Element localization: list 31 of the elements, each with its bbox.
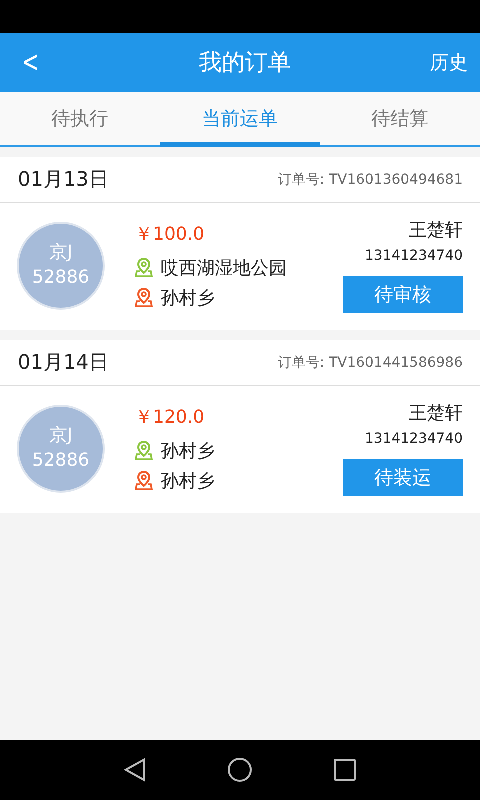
contact-name: 王楚轩 <box>409 219 463 242</box>
history-button[interactable]: 历史 <box>408 50 468 76</box>
plate-badge: 京J 52886 <box>17 404 105 492</box>
back-icon[interactable] <box>123 758 147 782</box>
price: ￥100.0 <box>135 222 206 246</box>
order-date: 01月13日 <box>18 166 109 193</box>
order-number: 订单号: TV1601360494681 <box>278 170 463 188</box>
place-name: 孙村乡 <box>161 440 215 462</box>
phone-number: 13141234740 <box>365 431 463 447</box>
location-pin-icon <box>135 288 153 308</box>
order-number: 订单号: TV1601441586986 <box>278 354 463 372</box>
place-name: 孙村乡 <box>161 286 215 310</box>
recents-icon[interactable] <box>333 758 357 782</box>
place-name: 哎西湖湿地公园 <box>161 256 287 280</box>
plate-badge: 京J 52886 <box>17 222 105 310</box>
location-pin-icon <box>135 440 153 460</box>
place-name: 孙村乡 <box>161 470 215 492</box>
phone-number: 13141234740 <box>365 248 463 264</box>
price: ￥120.0 <box>135 406 206 428</box>
location-pin-icon <box>135 470 153 490</box>
location-pin-icon <box>135 258 153 278</box>
tab[interactable]: 当前运单 <box>160 92 320 147</box>
tab[interactable]: 待执行 <box>0 92 160 147</box>
order-date: 01月14日 <box>18 349 109 376</box>
status-button[interactable]: 待审核 <box>343 276 463 313</box>
back-button[interactable]: < <box>22 48 64 78</box>
home-icon[interactable] <box>227 757 253 783</box>
tab[interactable]: 待结算 <box>320 92 480 147</box>
page-title: 我的订单 <box>198 49 292 78</box>
status-button[interactable]: 待装运 <box>343 459 463 496</box>
contact-name: 王楚轩 <box>409 402 463 425</box>
